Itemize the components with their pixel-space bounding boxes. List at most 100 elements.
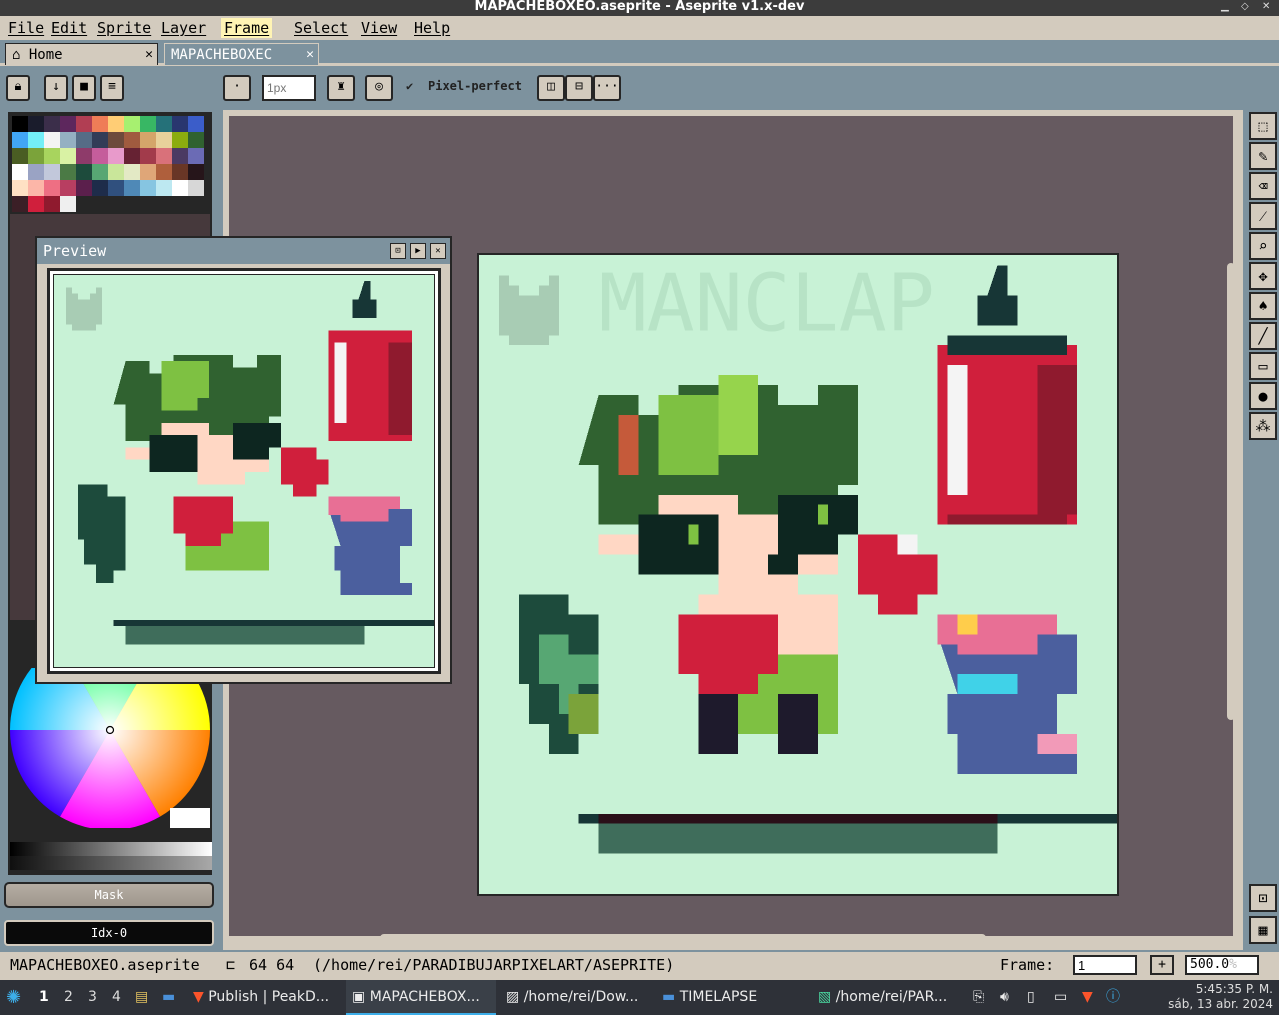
task-aseprite[interactable]: ▣ MAPACHEBOX... [346,980,496,1015]
checkmark-icon[interactable]: ✔ [406,79,413,93]
brush-type-button[interactable]: · [223,75,251,101]
symmetry-horizontal-icon[interactable]: ⊟ [565,75,593,101]
palette-swatch[interactable] [60,196,76,212]
palette-swatch[interactable] [140,148,156,164]
palette-swatch[interactable] [12,132,28,148]
sprite-canvas[interactable]: MANCLAP [477,253,1137,896]
contour-tool-icon[interactable]: ● [1249,382,1277,410]
palette-swatch[interactable] [172,132,188,148]
palette-swatch[interactable] [60,132,76,148]
palette-swatch[interactable] [28,196,44,212]
desktop-4[interactable]: 4 [112,980,121,1015]
fill-tool-icon[interactable]: ♠ [1249,292,1277,320]
palette-swatch[interactable] [156,116,172,132]
window-icon[interactable]: ▬ [162,980,175,1015]
brave-tray-icon[interactable]: ▼ [1082,980,1093,1015]
palette-swatch[interactable] [188,164,204,180]
zoom-field[interactable]: 500.0% [1185,955,1259,975]
close-tab-icon[interactable]: ✕ [306,44,314,66]
info-icon[interactable]: ⓘ [1106,980,1120,1015]
menu-file[interactable]: File [5,18,47,38]
palette-swatch[interactable] [124,116,140,132]
menu-lines-icon[interactable]: ≡ [100,75,124,101]
play-icon[interactable]: ▶ [410,243,426,259]
task-dolphin-downloads[interactable]: ▨ /home/rei/Dow... [506,980,656,1015]
color-wheel[interactable] [10,668,210,828]
clock[interactable]: 5:45:35 P. M. sáb, 13 abr. 2024 [1168,982,1273,1012]
palette-swatch[interactable] [60,148,76,164]
add-frame-button[interactable]: + [1150,955,1174,975]
ink-icon[interactable]: ♜ [327,75,355,101]
palette-swatch[interactable] [156,132,172,148]
palette-swatch[interactable] [28,164,44,180]
lock-icon[interactable]: 🔒︎ [6,75,30,101]
app-launcher-icon[interactable]: ✺ [6,980,21,1015]
eraser-tool-icon[interactable]: ⌫ [1249,172,1277,200]
palette-swatch[interactable] [188,180,204,196]
palette-swatch[interactable] [188,116,204,132]
desktop-2[interactable]: 2 [64,980,73,1015]
rectangle-tool-icon[interactable]: ▭ [1249,352,1277,380]
palette-swatch[interactable] [124,148,140,164]
desktop-1[interactable]: 1 [39,980,49,1015]
palette-swatch[interactable] [156,164,172,180]
palette-swatch[interactable] [76,180,92,196]
palette-swatch[interactable] [172,116,188,132]
center-icon[interactable]: ⊡ [390,243,406,259]
menu-edit[interactable]: Edit [48,18,90,38]
color-index-field[interactable]: Idx-0 [4,920,214,946]
frame-input[interactable] [1073,955,1137,975]
palette-swatch[interactable] [44,116,60,132]
close-preview-icon[interactable]: ✕ [430,243,446,259]
menu-help[interactable]: Help [411,18,453,38]
vertical-scrollbar[interactable] [1227,263,1235,720]
tab-document[interactable]: MAPACHEBOXEC ✕ [164,43,319,65]
move-tool-icon[interactable]: ✥ [1249,262,1277,290]
palette-swatch[interactable] [124,132,140,148]
palette-swatch[interactable] [92,180,108,196]
palette-swatch[interactable] [44,148,60,164]
eyedropper-tool-icon[interactable]: ⁄ [1249,202,1277,230]
file-manager-icon[interactable]: ▤ [135,980,148,1015]
palette-swatch[interactable] [92,116,108,132]
menu-sprite[interactable]: Sprite [94,18,154,38]
palette-swatch[interactable] [12,180,28,196]
palette-swatch[interactable] [28,116,44,132]
marquee-tool-icon[interactable]: ⬚ [1249,112,1277,140]
palette-swatch[interactable] [28,148,44,164]
palette-swatch[interactable] [60,116,76,132]
palette-swatch[interactable] [108,180,124,196]
palette-swatch[interactable] [12,196,28,212]
palette-swatch[interactable] [60,180,76,196]
tray-clipboard-icon[interactable]: ⎘ [973,980,984,1015]
mask-button[interactable]: Mask [4,882,214,908]
notes-icon[interactable]: ▯ [1027,980,1035,1015]
palette-swatch[interactable] [92,132,108,148]
palette-swatch[interactable] [76,132,92,148]
palette-swatch[interactable] [44,196,60,212]
display-icon[interactable]: ▭ [1054,980,1067,1015]
more-options-button[interactable]: ··· [593,75,621,101]
palette-swatch[interactable] [76,116,92,132]
palette-swatch[interactable] [140,132,156,148]
desktop-3[interactable]: 3 [88,980,97,1015]
close-window-icon[interactable]: ✕ [1262,0,1270,14]
task-image-viewer[interactable]: ▧ /home/rei/PAR... [818,980,968,1015]
palette-swatch[interactable] [44,132,60,148]
palette-swatch[interactable] [124,164,140,180]
menu-frame[interactable]: Frame [221,18,273,38]
palette-swatch[interactable] [92,148,108,164]
horizontal-scrollbar[interactable] [380,934,986,942]
palette-swatch[interactable] [140,180,156,196]
palette-swatch[interactable] [44,164,60,180]
task-timelapse[interactable]: ▬ TIMELAPSE [662,980,812,1015]
symmetry-vertical-icon[interactable]: ◫ [537,75,565,101]
close-tab-icon[interactable]: ✕ [145,44,153,66]
palette-swatch[interactable] [108,148,124,164]
zoom-1to1-icon[interactable]: ⊡ [1249,884,1277,912]
palette-swatch[interactable] [12,116,28,132]
palette-swatch[interactable] [188,148,204,164]
palette-swatch[interactable] [172,148,188,164]
palette-swatch[interactable] [172,164,188,180]
palette-swatch[interactable] [140,164,156,180]
